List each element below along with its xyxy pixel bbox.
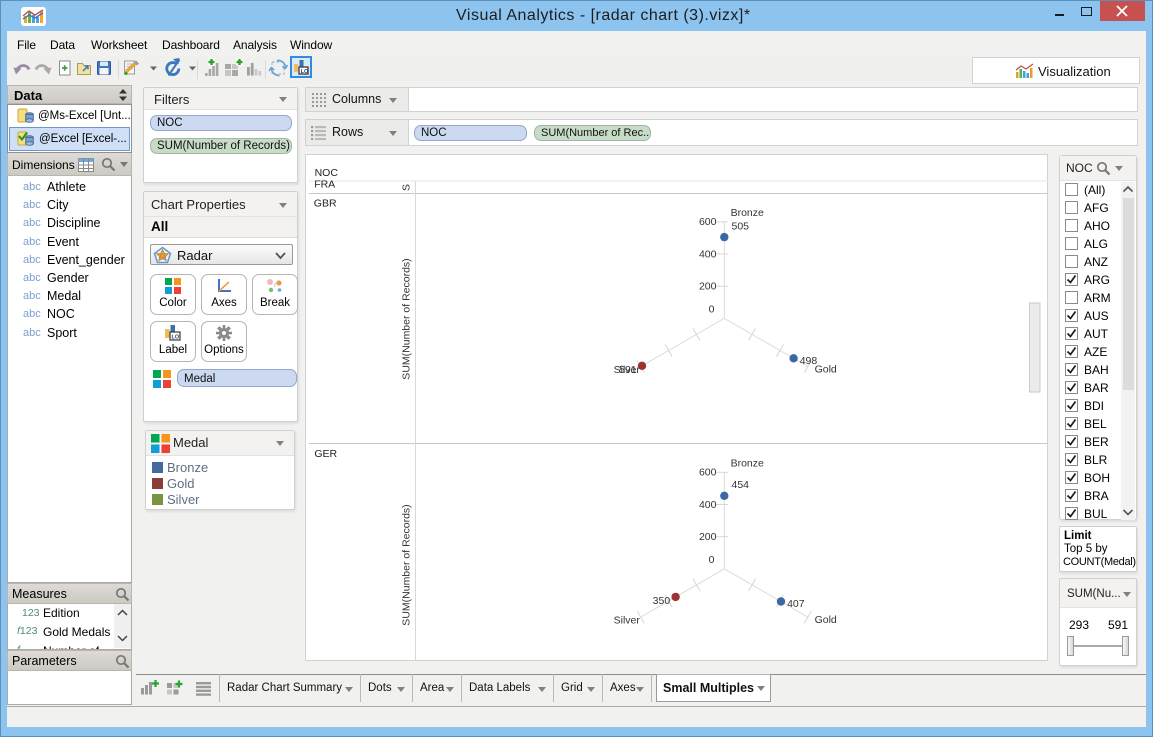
svg-text:Bronze: Bronze: [731, 457, 764, 469]
svg-text:400: 400: [699, 499, 717, 511]
svg-text:S: S: [401, 184, 413, 191]
svg-text:Bronze: Bronze: [731, 207, 764, 219]
svg-text:NOC: NOC: [315, 167, 339, 179]
svg-text:407: 407: [787, 598, 805, 610]
svg-text:498: 498: [800, 355, 818, 367]
svg-text:454: 454: [732, 479, 750, 491]
svg-text:600: 600: [699, 467, 717, 479]
svg-text:200: 200: [699, 281, 717, 293]
svg-text:FRA: FRA: [314, 178, 335, 190]
svg-text:SUM(Number of Records): SUM(Number of Records): [401, 504, 413, 625]
svg-text:Gold: Gold: [815, 614, 837, 626]
svg-text:0: 0: [709, 554, 715, 566]
svg-text:LO: LO: [301, 69, 309, 75]
svg-text:GER: GER: [314, 448, 337, 460]
svg-text:591: 591: [619, 364, 637, 376]
svg-text:400: 400: [699, 248, 717, 260]
svg-text:LO: LO: [172, 335, 180, 341]
svg-text:GBR: GBR: [314, 198, 337, 210]
svg-text:Gold: Gold: [815, 364, 837, 376]
svg-text:600: 600: [699, 216, 717, 228]
svg-text:Silver: Silver: [614, 615, 641, 627]
svg-text:350: 350: [653, 595, 671, 607]
svg-text:505: 505: [732, 221, 750, 233]
svg-text:0: 0: [709, 304, 715, 316]
svg-text:200: 200: [699, 531, 717, 543]
svg-text:SUM(Number of Records): SUM(Number of Records): [401, 258, 413, 379]
